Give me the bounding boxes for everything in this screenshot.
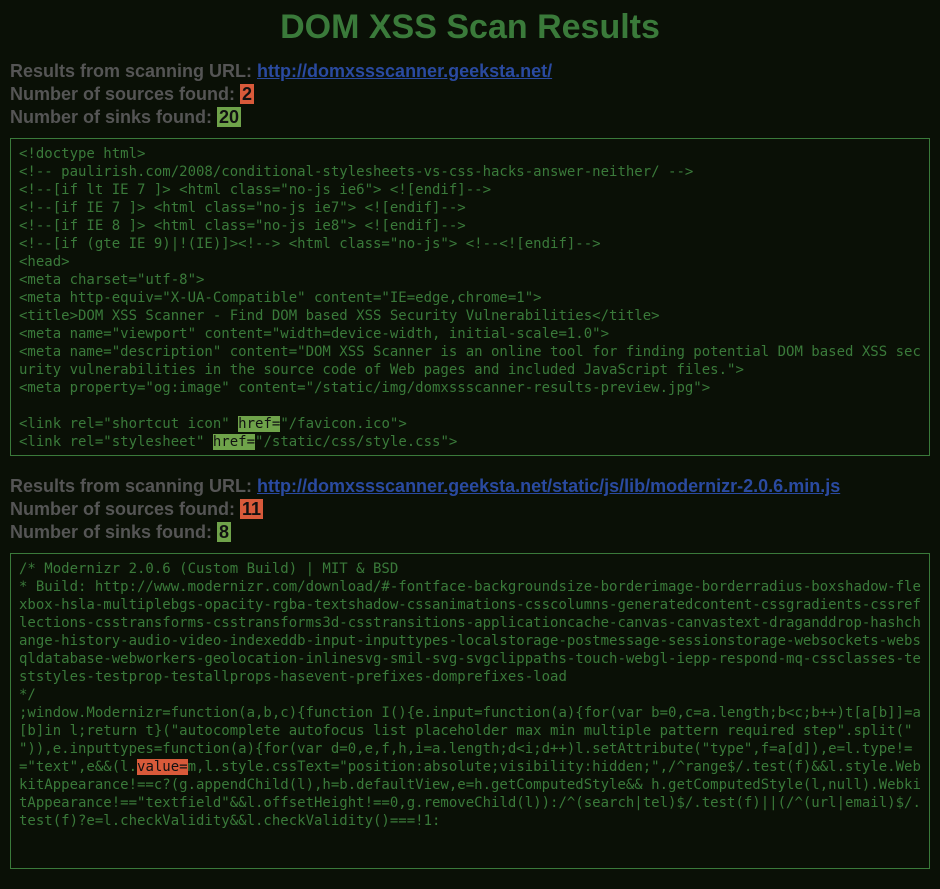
scanned-url-link[interactable]: http://domxssscanner.geeksta.net/ — [257, 61, 552, 81]
sources-count: 11 — [240, 499, 263, 519]
url-prefix-label: Results from scanning URL: — [10, 61, 257, 81]
url-prefix-label: Results from scanning URL: — [10, 476, 257, 496]
sources-count-line: Number of sources found: 2 — [10, 84, 930, 105]
sinks-label: Number of sinks found: — [10, 107, 217, 127]
sinks-count: 8 — [217, 522, 231, 542]
sinks-count-line: Number of sinks found: 8 — [10, 522, 930, 543]
sinks-count: 20 — [217, 107, 241, 127]
sinks-label: Number of sinks found: — [10, 522, 217, 542]
sinks-count-line: Number of sinks found: 20 — [10, 107, 930, 128]
sources-label: Number of sources found: — [10, 84, 240, 104]
page-title: DOM XSS Scan Results — [10, 8, 930, 47]
code-text: <!doctype html> <!-- paulirish.com/2008/… — [19, 146, 921, 432]
scan-url-line: Results from scanning URL: http://domxss… — [10, 61, 930, 82]
code-text: "/static/css/style.css"> — [255, 434, 457, 450]
highlight-sink: href= — [213, 434, 255, 450]
highlight-source: value= — [137, 759, 188, 775]
sources-count-line: Number of sources found: 11 — [10, 499, 930, 520]
highlight-sink: href= — [238, 416, 280, 432]
scanned-url-link[interactable]: http://domxssscanner.geeksta.net/static/… — [257, 476, 840, 496]
sources-count: 2 — [240, 84, 254, 104]
scan-url-line: Results from scanning URL: http://domxss… — [10, 476, 930, 497]
code-text: /* Modernizr 2.0.6 (Custom Build) | MIT … — [19, 561, 921, 775]
source-code-block: /* Modernizr 2.0.6 (Custom Build) | MIT … — [10, 553, 930, 869]
source-code-block: <!doctype html> <!-- paulirish.com/2008/… — [10, 138, 930, 456]
sources-label: Number of sources found: — [10, 499, 240, 519]
